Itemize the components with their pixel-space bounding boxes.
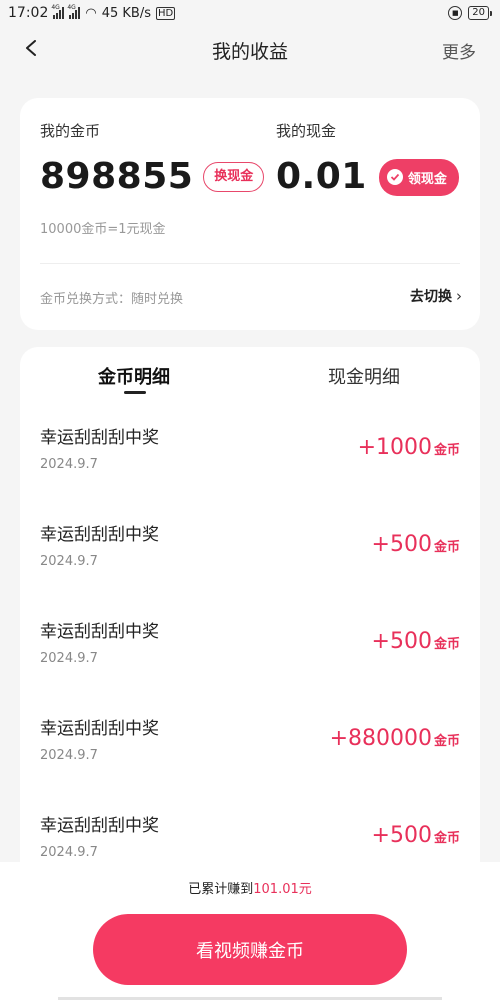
earnings-summary-card: 我的金币 898855 换现金 我的现金 0.01 领现金 10000金币=1元… [20, 98, 480, 330]
list-item: 幸运刮刮刮中奖 2024.9.7 +880000 金币 [20, 698, 480, 795]
list-item: 幸运刮刮刮中奖 2024.9.7 +500 金币 [20, 504, 480, 601]
record-value: +880000 [329, 726, 432, 751]
status-time: 17:02 [8, 5, 49, 21]
chevron-right-icon: › [456, 287, 462, 305]
coins-balance: 898855 [40, 156, 194, 197]
coins-section: 我的金币 898855 换现金 [40, 120, 265, 197]
record-amount: +1000 金币 [358, 435, 460, 460]
exchange-cash-button[interactable]: 换现金 [203, 162, 265, 192]
switch-method-link[interactable]: 去切换 › [410, 286, 462, 306]
tab-cash-details[interactable]: 现金明细 [328, 363, 400, 389]
record-date: 2024.9.7 [40, 748, 98, 763]
record-title: 幸运刮刮刮中奖 [40, 816, 159, 836]
record-unit: 金币 [433, 540, 460, 555]
total-earned: 已累计赚到101.01元 [0, 878, 500, 897]
more-button[interactable]: 更多 [442, 38, 476, 63]
record-value: +1000 [357, 435, 432, 460]
record-amount: +500 金币 [372, 823, 460, 848]
cellular-signal-icon: 4G [51, 4, 65, 19]
record-date: 2024.9.7 [40, 845, 98, 860]
wechat-icon [386, 169, 403, 185]
battery-level: 20 [468, 6, 489, 20]
cash-section: 我的现金 0.01 领现金 [276, 120, 459, 197]
exchange-rate-note: 10000金币=1元现金 [40, 222, 166, 237]
record-amount: +500 金币 [372, 629, 460, 654]
record-date: 2024.9.7 [40, 554, 98, 569]
cellular-signal-icon: 4G [67, 4, 81, 19]
rotation-lock-icon: ■ [448, 6, 463, 20]
record-title: 幸运刮刮刮中奖 [40, 622, 159, 642]
bottom-panel: 已累计赚到101.01元 看视频赚金币 [0, 862, 500, 1000]
detail-tabs: 金币明细 现金明细 [20, 347, 480, 407]
record-title: 幸运刮刮刮中奖 [40, 525, 159, 545]
record-value: +500 [371, 532, 432, 557]
back-arrow-icon[interactable] [24, 40, 40, 56]
record-date: 2024.9.7 [40, 457, 98, 472]
page-title: 我的收益 [211, 40, 288, 63]
watch-video-earn-button[interactable]: 看视频赚金币 [93, 914, 407, 985]
status-bar: 17:02 4G 4G ◠ 45 KB/s HD ■ 20 [0, 0, 500, 26]
record-value: +500 [371, 629, 432, 654]
total-earned-label: 已累计赚到 [188, 882, 254, 897]
list-item: 幸运刮刮刮中奖 2024.9.7 +1000 金币 [20, 407, 480, 504]
app-header: 我的收益 更多 [0, 26, 500, 74]
active-tab-indicator [124, 391, 146, 394]
record-title: 幸运刮刮刮中奖 [40, 428, 159, 448]
record-unit: 金币 [433, 831, 460, 846]
record-title: 幸运刮刮刮中奖 [40, 719, 159, 739]
record-unit: 金币 [433, 443, 460, 458]
signal-tag: 4G [67, 4, 76, 11]
divider [40, 263, 460, 264]
record-amount: +880000 金币 [330, 726, 460, 751]
withdraw-cash-label: 领现金 [407, 171, 447, 187]
switch-method-label: 去切换 [410, 289, 452, 305]
withdraw-cash-button[interactable]: 领现金 [378, 158, 459, 196]
signal-tag: 4G [51, 4, 60, 11]
coins-label: 我的金币 [40, 122, 101, 140]
record-date: 2024.9.7 [40, 651, 98, 666]
total-earned-amount: 101.01元 [253, 882, 312, 897]
transaction-detail-card: 金币明细 现金明细 幸运刮刮刮中奖 2024.9.7 +1000 金币 幸运刮刮… [20, 347, 480, 907]
cash-balance: 0.01 [276, 156, 367, 197]
exchange-method-label: 金币兑换方式：随时兑换 [40, 292, 184, 307]
record-unit: 金币 [433, 734, 460, 749]
list-item: 幸运刮刮刮中奖 2024.9.7 +500 金币 [20, 601, 480, 698]
record-value: +500 [371, 823, 432, 848]
battery-icon: 20 [468, 6, 492, 20]
record-amount: +500 金币 [372, 532, 460, 557]
record-unit: 金币 [433, 637, 460, 652]
record-list: 幸运刮刮刮中奖 2024.9.7 +1000 金币 幸运刮刮刮中奖 2024.9… [20, 407, 480, 892]
tab-coin-details[interactable]: 金币明细 [98, 363, 170, 389]
cash-label: 我的现金 [276, 122, 337, 140]
network-speed: 45 KB/s [101, 5, 151, 21]
wifi-icon: ◠ [85, 5, 97, 21]
hd-badge: HD [155, 6, 176, 20]
